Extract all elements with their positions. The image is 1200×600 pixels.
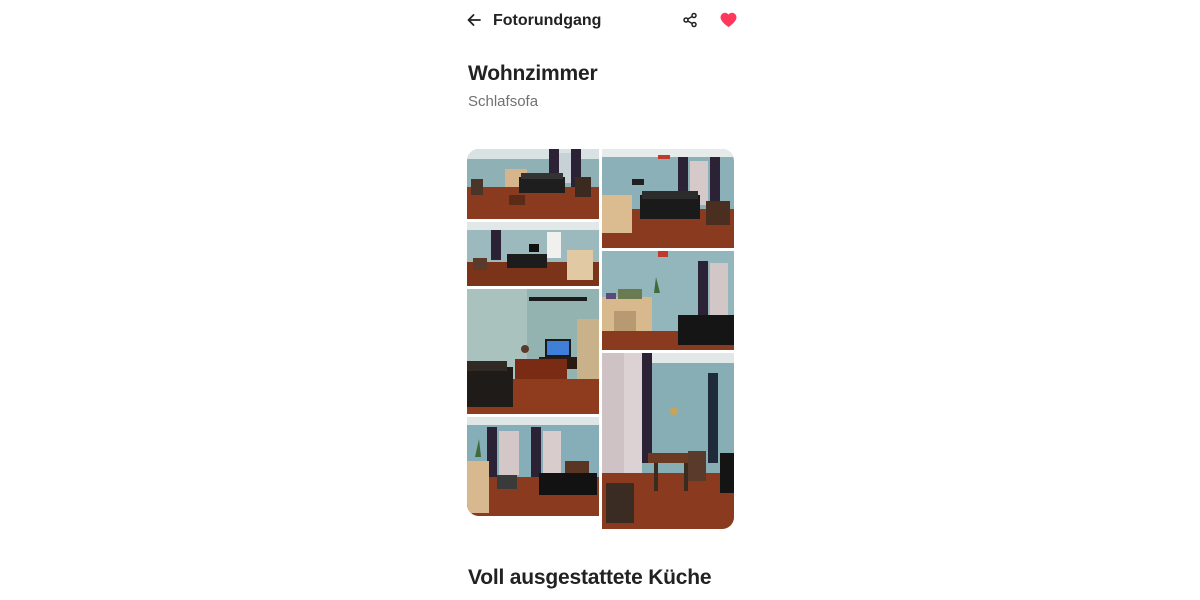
room-photo[interactable] xyxy=(602,353,734,529)
living-room-photo-image xyxy=(467,149,599,219)
back-button[interactable] xyxy=(462,8,486,36)
living-room-photo-image xyxy=(467,289,599,414)
room-subtitle: Schlafsofa xyxy=(468,93,539,110)
room-title: Wohnzimmer xyxy=(468,62,598,85)
page-title: Fotorundgang xyxy=(493,12,602,29)
share-icon xyxy=(682,12,698,33)
save-button[interactable] xyxy=(716,9,740,35)
room-photo[interactable] xyxy=(467,149,599,219)
room-photo[interactable] xyxy=(467,417,599,516)
share-button[interactable] xyxy=(678,9,702,35)
section-title: Voll ausgestattete Küche xyxy=(468,566,712,589)
living-room-photo-image xyxy=(602,149,734,248)
living-room-photo-image xyxy=(602,251,734,350)
room-photo[interactable] xyxy=(602,251,734,350)
photo-tour-page: Fotorundgang Wohnzimmer Schlafsofa Voll … xyxy=(0,0,1200,600)
room-photo[interactable] xyxy=(467,222,599,286)
living-room-photo-image xyxy=(602,353,734,529)
living-room-photo-image xyxy=(467,417,599,516)
room-photo[interactable] xyxy=(602,149,734,248)
living-room-photo-image xyxy=(467,222,599,286)
arrow-left-icon xyxy=(466,12,482,33)
room-photo[interactable] xyxy=(467,289,599,414)
heart-icon xyxy=(719,12,737,33)
header-bar: Fotorundgang xyxy=(456,0,746,46)
